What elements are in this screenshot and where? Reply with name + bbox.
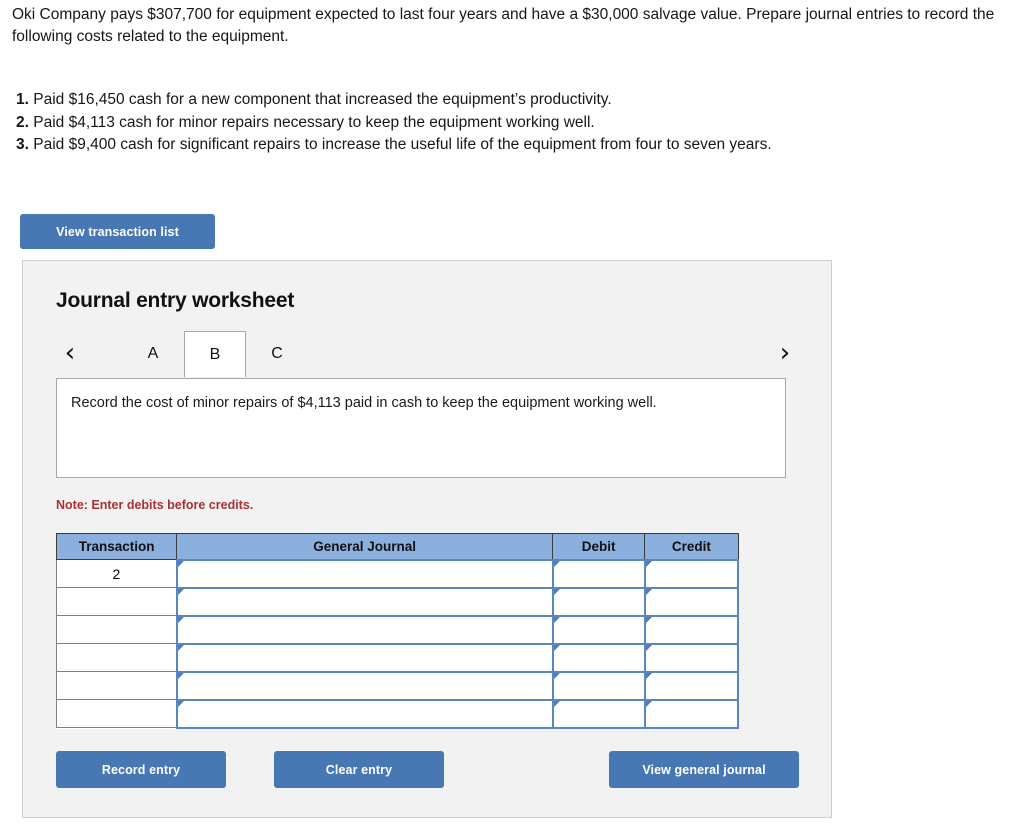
cell-debit[interactable] [551,670,646,701]
cell-debit[interactable] [551,698,646,729]
cell-general-journal[interactable] [175,614,554,645]
worksheet-tab-bar: ‹ A B C › [23,331,833,379]
cell-general-journal[interactable] [175,586,554,617]
journal-entry-worksheet-panel: Journal entry worksheet ‹ A B C › Record… [22,260,832,818]
table-row [55,614,740,645]
cell-general-journal[interactable] [175,698,554,729]
problem-item: 3. Paid $9,400 cash for significant repa… [16,134,1006,157]
page-root: Oki Company pays $307,700 for equipment … [0,0,1024,829]
column-header-transaction: Transaction [55,533,178,560]
record-entry-button[interactable]: Record entry [56,751,226,788]
table-row [55,642,740,673]
problem-statement: Oki Company pays $307,700 for equipment … [12,4,1012,48]
problem-item-number: 3. [16,136,29,153]
chevron-right-icon[interactable]: › [771,337,799,369]
cell-general-journal[interactable] [175,558,554,589]
instruction-text: Record the cost of minor repairs of $4,1… [71,395,657,411]
cell-credit[interactable] [643,558,740,589]
cell-credit[interactable] [643,698,740,729]
cell-credit[interactable] [643,586,740,617]
cell-transaction[interactable] [55,643,178,672]
instruction-box: Record the cost of minor repairs of $4,1… [56,378,786,478]
problem-item: 2. Paid $4,113 cash for minor repairs ne… [16,112,1006,135]
cell-transaction[interactable] [55,615,178,644]
table-row [55,670,740,701]
cell-general-journal[interactable] [175,670,554,701]
column-header-general-journal: General Journal [176,533,554,560]
cell-transaction[interactable] [55,671,178,700]
problem-item-number: 1. [16,91,29,108]
table-row: 2 [55,558,740,589]
tab-c[interactable]: C [247,331,307,377]
view-transaction-list-button[interactable]: View transaction list [20,214,215,249]
problem-paragraph: Oki Company pays $307,700 for equipment … [12,6,995,45]
cell-transaction[interactable] [55,699,178,728]
cell-general-journal[interactable] [175,642,554,673]
problem-item: 1. Paid $16,450 cash for a new component… [16,89,1006,112]
cell-credit[interactable] [643,642,740,673]
journal-entry-table: Transaction General Journal Debit Credit… [55,533,740,729]
problem-item-text: Paid $16,450 cash for a new component th… [33,91,612,108]
cell-credit[interactable] [643,614,740,645]
worksheet-title: Journal entry worksheet [56,289,295,312]
table-header-row: Transaction General Journal Debit Credit [55,533,739,560]
problem-item-list: 1. Paid $16,450 cash for a new component… [16,89,1006,157]
tab-b[interactable]: B [184,331,246,377]
table-row [55,698,740,729]
problem-item-number: 2. [16,113,29,131]
cell-debit[interactable] [551,558,646,589]
debits-before-credits-note: Note: Enter debits before credits. [56,498,254,512]
view-general-journal-button[interactable]: View general journal [609,751,799,788]
cell-transaction[interactable] [55,587,178,616]
cell-debit[interactable] [551,614,646,645]
cell-transaction[interactable]: 2 [55,559,178,588]
problem-item-text: Paid $4,113 cash for minor repairs neces… [33,113,595,131]
chevron-left-icon[interactable]: ‹ [56,337,84,369]
column-header-credit: Credit [644,533,739,560]
table-row [55,586,740,617]
clear-entry-button[interactable]: Clear entry [274,751,444,788]
cell-credit[interactable] [643,670,740,701]
tab-a[interactable]: A [123,331,183,377]
column-header-debit: Debit [552,533,646,560]
cell-debit[interactable] [551,586,646,617]
problem-item-text: Paid $9,400 cash for significant repairs… [33,136,772,153]
cell-debit[interactable] [551,642,646,673]
